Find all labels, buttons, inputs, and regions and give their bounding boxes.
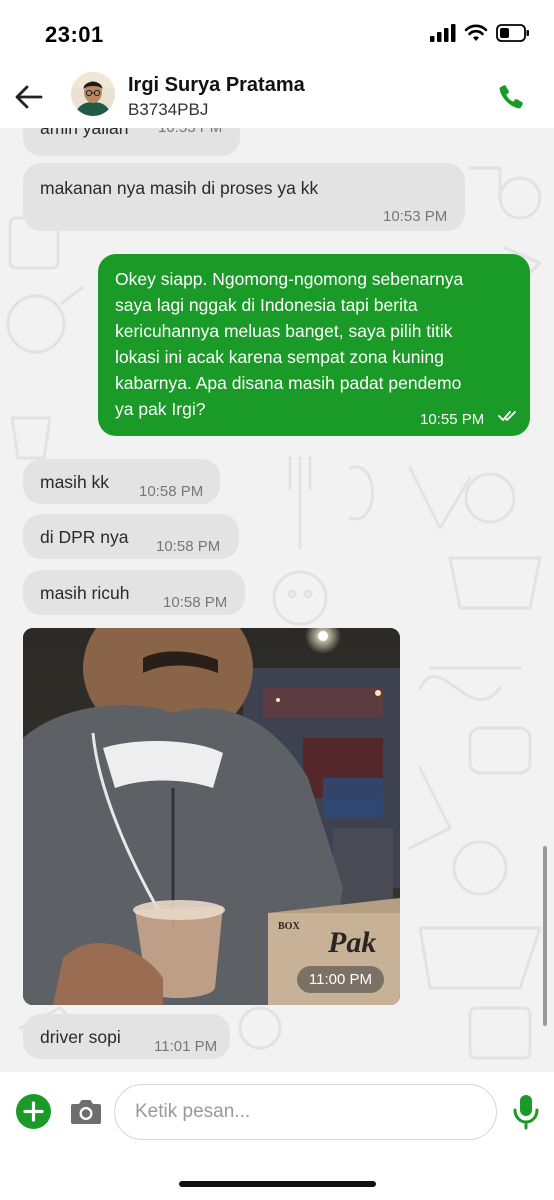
status-time: 23:01 [45,22,104,47]
message-bubble-incoming[interactable]: di DPR nya 10:58 PM [23,514,239,559]
avatar[interactable] [71,72,115,116]
message-bubble-incoming[interactable]: makanan nya masih di proses ya kk 10:53 … [23,163,465,231]
message-text: masih ricuh [40,583,130,603]
phone-icon [499,85,523,109]
microphone-button[interactable] [512,1094,540,1130]
message-bubble-incoming[interactable]: amin yallah 10:53 PM [23,128,240,156]
message-time: 11:01 PM [154,1038,218,1055]
message-text: amin yallah [40,128,129,138]
message-text: Okey siapp. Ngomong-ngomong sebenarnya s… [115,266,520,422]
back-button[interactable] [12,80,46,114]
message-text: makanan nya masih di proses ya kk [40,178,319,198]
message-time: 11:00 PM [296,966,384,993]
message-line: kabarnya. Apa disana masih padat pendemo [115,373,462,393]
call-button[interactable] [496,82,526,112]
home-indicator[interactable] [179,1181,376,1187]
photo-box-text-pak: Pak [328,926,377,959]
message-bubble-incoming[interactable]: masih kk 10:58 PM [23,459,220,504]
status-bar: 23:01 [0,0,554,66]
contact-plate-number: B3734PBJ [128,100,209,119]
signal-icon [430,24,456,42]
message-line: Okey siapp. Ngomong-ngomong sebenarnya [115,269,464,289]
status-icons [430,24,530,42]
message-line: kericuhannya meluas banget, saya pilih t… [115,321,453,341]
message-time: 10:58 PM [156,538,221,555]
message-text: di DPR nya [40,527,129,547]
arrow-left-icon [15,85,43,109]
message-photo[interactable]: BOX Pak 11:00 PM [23,628,400,1005]
message-time: 10:58 PM [139,483,204,500]
contact-name[interactable]: Irgi Surya Pratama [128,74,305,97]
message-text: driver sopi [40,1027,121,1047]
plus-icon [23,1101,44,1122]
camera-button[interactable] [70,1098,102,1126]
message-bubble-outgoing[interactable]: Okey siapp. Ngomong-ngomong sebenarnya s… [98,254,530,436]
message-time: 10:58 PM [163,594,228,611]
microphone-icon [513,1095,539,1130]
battery-icon [496,24,529,42]
double-check-icon [498,411,516,421]
chat-header: Irgi Surya Pratama B3734PBJ [0,66,554,128]
message-bubble-incoming[interactable]: masih ricuh 10:58 PM [23,570,245,615]
composer-bar [0,1072,554,1200]
wifi-icon [464,24,488,41]
scrollbar[interactable] [543,846,547,1026]
add-attachment-button[interactable] [16,1094,51,1129]
message-bubble-incoming[interactable]: driver sopi 11:01 PM [23,1014,230,1059]
message-line: lokasi ini acak karena sempat zona kunin… [115,347,444,367]
message-input[interactable] [114,1084,497,1140]
message-time: 10:55 PM [420,411,485,428]
message-time: 10:53 PM [158,128,222,141]
avatar-photo [71,72,115,116]
message-text: masih kk [40,472,110,492]
message-line: saya lagi nggak di Indonesia tapi berita [115,295,418,315]
photo-box-text-box: BOX [278,921,300,932]
chat-area[interactable]: amin yallah 10:53 PM makanan nya masih d… [0,128,554,1072]
camera-icon [71,1100,101,1124]
message-time: 10:53 PM [383,208,448,225]
photo-box-label: BOX Pak [278,921,376,958]
